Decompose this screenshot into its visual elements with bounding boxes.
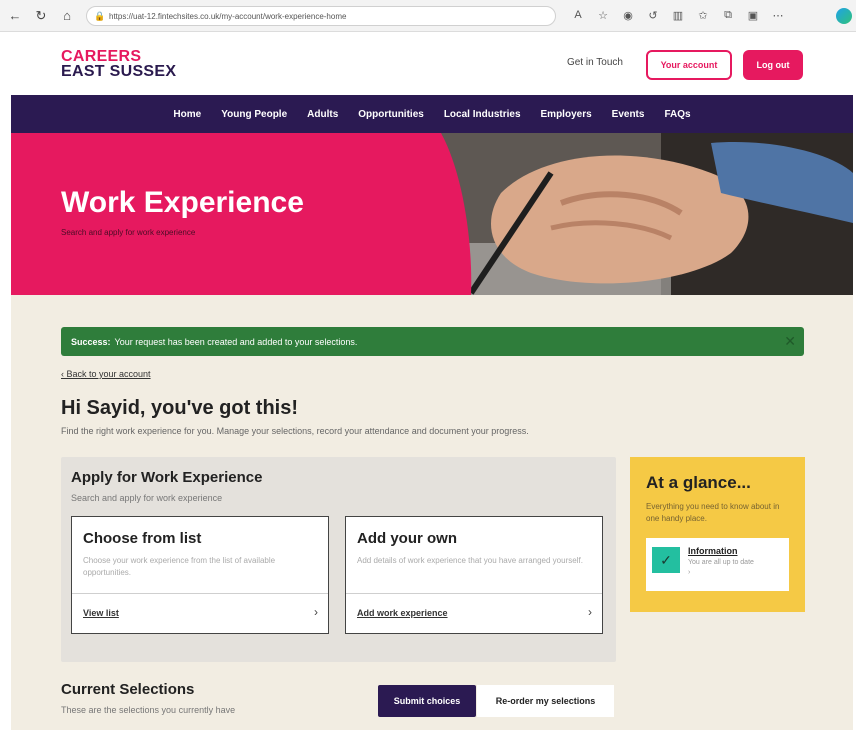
- address-url: https://uat-12.fintechsites.co.uk/my-acc…: [109, 11, 347, 21]
- nav-item-faqs[interactable]: FAQs: [664, 109, 690, 120]
- browser-toolbar-icons: A ☆ ◉ ↺ ▥ ✩ ⧉ ▣ ⋯: [570, 6, 786, 24]
- intro-text: Find the right work experience for you. …: [61, 426, 529, 436]
- extensions-icon[interactable]: ◉: [620, 6, 636, 24]
- chevron-right-icon[interactable]: ›: [314, 605, 318, 619]
- hero-image-hand-writing: [411, 133, 853, 295]
- favorite-icon[interactable]: ☆: [595, 6, 611, 24]
- favorites-bar-icon[interactable]: ✩: [695, 6, 711, 24]
- page-title: Work Experience: [61, 186, 304, 219]
- glance-description: Everything you need to know about in one…: [646, 502, 780, 523]
- reorder-selections-button[interactable]: Re-order my selections: [477, 685, 614, 717]
- success-alert: Success: Your request has been created a…: [61, 327, 804, 356]
- information-status: You are all up to date ›: [688, 558, 754, 578]
- information-card[interactable]: ✓ Information You are all up to date ›: [646, 538, 789, 591]
- alert-message: Your request has been created and added …: [114, 336, 358, 347]
- main-navigation: Home Young People Adults Opportunities L…: [11, 95, 853, 133]
- information-link[interactable]: Information: [688, 546, 738, 556]
- refresh-icon[interactable]: ↻: [30, 5, 52, 27]
- at-a-glance-panel: At a glance... Everything you need to kn…: [630, 457, 805, 612]
- split-screen-icon[interactable]: ▥: [670, 6, 686, 24]
- back-link-label: Back to your account: [66, 369, 151, 379]
- back-to-account-link[interactable]: ‹ Back to your account: [61, 369, 151, 379]
- chevron-right-icon: ›: [688, 569, 691, 576]
- add-your-own-card: Add your own Add details of work experie…: [345, 516, 603, 634]
- chevron-right-icon[interactable]: ›: [588, 605, 592, 619]
- logo-line-2: EAST SUSSEX: [61, 63, 177, 80]
- card-description: Add details of work experience that you …: [357, 556, 583, 565]
- greeting-heading: Hi Sayid, you've got this!: [61, 397, 299, 419]
- glance-title: At a glance...: [646, 473, 751, 492]
- main-content: Success: Your request has been created a…: [11, 295, 853, 730]
- careers-east-sussex-logo[interactable]: CAREERS EAST SUSSEX: [61, 48, 177, 80]
- view-list-link[interactable]: View list: [83, 608, 119, 618]
- current-selections-subtitle: These are the selections you currently h…: [61, 705, 236, 715]
- card-description: Choose your work experience from the lis…: [83, 556, 276, 577]
- apply-panel: Apply for Work Experience Search and app…: [61, 457, 616, 662]
- read-aloud-icon[interactable]: A: [570, 6, 586, 24]
- card-title: Add your own: [357, 530, 457, 547]
- log-out-button[interactable]: Log out: [743, 50, 803, 80]
- close-icon[interactable]: ✕: [784, 333, 796, 350]
- address-bar[interactable]: 🔒 https://uat-12.fintechsites.co.uk/my-a…: [86, 6, 556, 26]
- more-icon[interactable]: ⋯: [770, 6, 786, 24]
- nav-item-home[interactable]: Home: [173, 109, 201, 120]
- get-in-touch-link[interactable]: Get in Touch: [567, 57, 623, 68]
- choose-from-list-card: Choose from list Choose your work experi…: [71, 516, 329, 634]
- collections-icon[interactable]: ⧉: [720, 6, 736, 24]
- current-selections-title: Current Selections: [61, 681, 195, 698]
- check-icon: ✓: [652, 547, 680, 573]
- lock-icon: 🔒: [94, 11, 106, 21]
- nav-item-events[interactable]: Events: [612, 109, 645, 120]
- add-work-experience-link[interactable]: Add work experience: [357, 608, 448, 618]
- alert-strong: Success:: [71, 336, 111, 347]
- site-header: CAREERS EAST SUSSEX Get in Touch Your ac…: [11, 33, 853, 95]
- apply-subtitle: Search and apply for work experience: [71, 493, 223, 503]
- hero-banner: Work Experience Search and apply for wor…: [11, 133, 853, 295]
- home-icon[interactable]: ⌂: [56, 5, 78, 27]
- card-title: Choose from list: [83, 530, 202, 547]
- logo-line-1: CAREERS: [61, 48, 142, 65]
- nav-item-young-people[interactable]: Young People: [221, 109, 287, 120]
- apply-title: Apply for Work Experience: [71, 469, 263, 486]
- hero-subtitle: Search and apply for work experience: [61, 228, 196, 237]
- refresh-page-icon[interactable]: ↺: [645, 6, 661, 24]
- edge-icon[interactable]: [836, 8, 852, 24]
- browser-toolbar: ← ↻ ⌂ 🔒 https://uat-12.fintechsites.co.u…: [0, 0, 856, 32]
- nav-item-local-industries[interactable]: Local Industries: [444, 109, 521, 120]
- your-account-button[interactable]: Your account: [646, 50, 732, 80]
- back-icon[interactable]: ←: [4, 5, 26, 27]
- nav-item-adults[interactable]: Adults: [307, 109, 338, 120]
- submit-choices-button[interactable]: Submit choices: [378, 685, 476, 717]
- card-divider: [72, 593, 328, 594]
- nav-item-opportunities[interactable]: Opportunities: [358, 109, 424, 120]
- nav-item-employers[interactable]: Employers: [541, 109, 592, 120]
- information-status-text: You are all up to date: [688, 559, 754, 566]
- extension-icon[interactable]: ▣: [745, 6, 761, 24]
- card-divider: [346, 593, 602, 594]
